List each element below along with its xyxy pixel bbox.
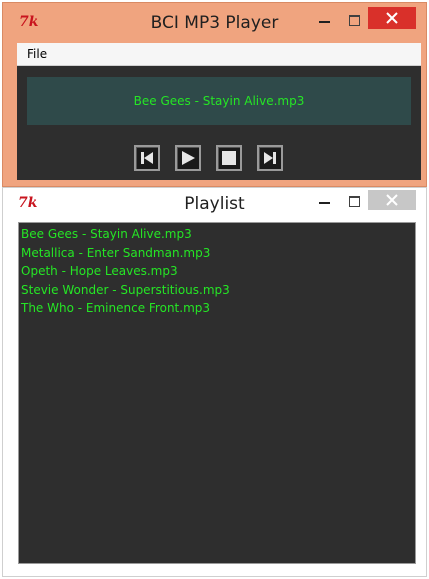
player-body: Bee Gees - Stayin Alive.mp3: [17, 66, 421, 180]
next-icon: [264, 152, 276, 164]
playlist-window: 7k Playlist Bee Gees - Stayin Alive.mp3 …: [2, 187, 427, 577]
player-window: 7k BCI MP3 Player File Bee Gees - Stayin…: [2, 2, 427, 187]
list-item[interactable]: Metallica - Enter Sandman.mp3: [19, 244, 415, 263]
menu-file[interactable]: File: [27, 47, 47, 61]
minimize-button[interactable]: [311, 9, 337, 31]
maximize-button[interactable]: [341, 190, 367, 212]
play-icon: [182, 151, 195, 165]
close-button[interactable]: [368, 7, 416, 29]
close-icon: [386, 194, 398, 206]
stop-button[interactable]: [216, 145, 242, 171]
playlist-titlebar[interactable]: 7k Playlist: [3, 188, 426, 222]
list-item[interactable]: The Who - Eminence Front.mp3: [19, 299, 415, 318]
list-item[interactable]: Opeth - Hope Leaves.mp3: [19, 262, 415, 281]
previous-button[interactable]: [134, 145, 160, 171]
maximize-button[interactable]: [341, 9, 367, 31]
play-button[interactable]: [175, 145, 201, 171]
next-button[interactable]: [257, 145, 283, 171]
now-playing-label: Bee Gees - Stayin Alive.mp3: [133, 94, 305, 108]
minimize-button[interactable]: [311, 190, 337, 212]
now-playing-display: Bee Gees - Stayin Alive.mp3: [27, 77, 411, 125]
list-item[interactable]: Stevie Wonder - Superstitious.mp3: [19, 281, 415, 300]
close-button[interactable]: [368, 190, 416, 210]
player-titlebar[interactable]: 7k BCI MP3 Player: [3, 3, 426, 41]
tk-feather-icon: 7k: [19, 14, 39, 30]
list-item[interactable]: Bee Gees - Stayin Alive.mp3: [19, 225, 415, 244]
playlist-listbox[interactable]: Bee Gees - Stayin Alive.mp3 Metallica - …: [18, 222, 416, 564]
menu-bar: File: [17, 43, 421, 66]
stop-icon: [222, 151, 236, 165]
previous-icon: [139, 150, 155, 166]
tk-feather-icon: 7k: [18, 195, 38, 211]
close-icon: [386, 12, 398, 24]
